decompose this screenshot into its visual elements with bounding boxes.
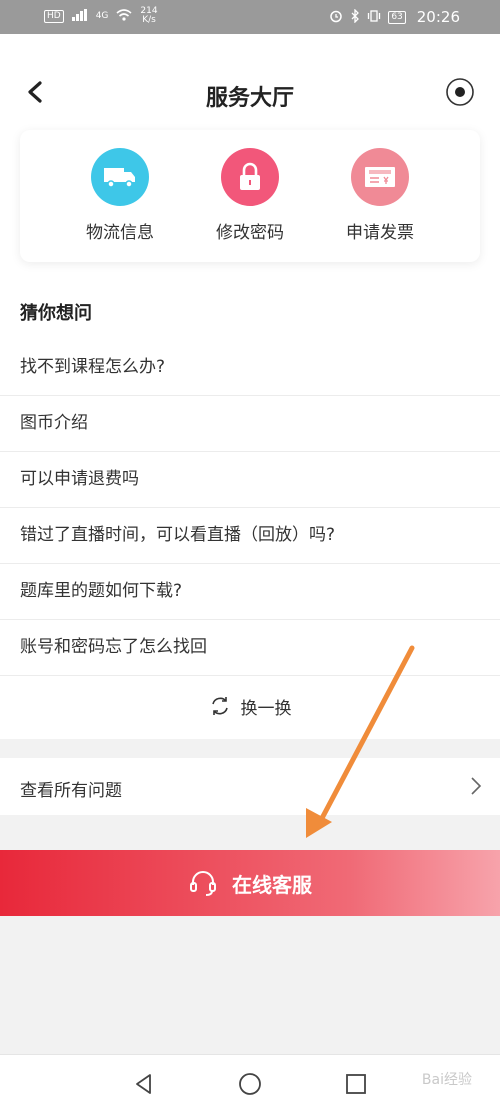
- menu-button[interactable]: [445, 77, 475, 107]
- triangle-back-icon: [136, 1074, 151, 1094]
- system-nav-bar: Bai经验: [0, 1054, 500, 1112]
- wifi-icon: [116, 8, 132, 25]
- signal-icon: [71, 8, 88, 24]
- circle-home-icon: [239, 1073, 261, 1095]
- faq-title: 猜你想问: [20, 303, 92, 324]
- shortcut-invoice[interactable]: 申请发票: [325, 148, 435, 243]
- status-right: 63 20:26: [329, 7, 460, 26]
- header: 服务大厅: [0, 34, 500, 144]
- shortcut-label: 修改密码: [216, 223, 284, 243]
- refresh-label: 换一换: [240, 698, 292, 719]
- speed-unit: K/s: [142, 15, 156, 25]
- online-service-button[interactable]: 在线客服: [0, 850, 500, 916]
- shortcut-card: 物流信息 修改密码 申请发票: [20, 130, 480, 262]
- invoice-icon: [351, 148, 409, 206]
- battery-icon: 63: [388, 10, 406, 24]
- faq-item[interactable]: 题库里的题如何下载?: [0, 564, 500, 620]
- faq-item[interactable]: 可以申请退费吗: [0, 452, 500, 508]
- faq-item[interactable]: 图币介绍: [0, 396, 500, 452]
- nav-recents-button[interactable]: [344, 1072, 368, 1096]
- truck-icon: [91, 148, 149, 206]
- bluetooth-icon: [350, 7, 360, 26]
- alarm-icon: [329, 9, 343, 26]
- refresh-button[interactable]: 换一换: [0, 676, 500, 736]
- net-speed: 214 K/s: [140, 7, 157, 25]
- status-left: HD 4G 214 K/s: [44, 7, 158, 25]
- status-bar: HD 4G 214 K/s 63 20:26: [0, 0, 500, 34]
- refresh-icon: [211, 697, 228, 715]
- faq-list: 找不到课程怎么办? 图币介绍 可以申请退费吗 错过了直播时间，可以看直播（回放）…: [0, 340, 500, 676]
- nav-home-button[interactable]: [238, 1072, 262, 1096]
- all-questions-row[interactable]: 查看所有问题: [0, 758, 500, 815]
- shortcut-change-password[interactable]: 修改密码: [195, 148, 305, 243]
- lock-icon: [221, 148, 279, 206]
- target-icon: [446, 78, 474, 106]
- watermark: Bai经验: [421, 1072, 472, 1088]
- shortcut-label: 物流信息: [86, 223, 154, 243]
- square-recents-icon: [346, 1074, 366, 1094]
- shortcut-label: 申请发票: [346, 223, 414, 243]
- nav-back-button[interactable]: [132, 1072, 156, 1096]
- page-title: 服务大厅: [205, 86, 294, 111]
- network-type: 4G: [95, 11, 109, 21]
- vibrate-icon: [367, 9, 381, 26]
- clock: 20:26: [416, 8, 460, 26]
- headset-icon: [190, 871, 216, 896]
- faq-item[interactable]: 错过了直播时间，可以看直播（回放）吗?: [0, 508, 500, 564]
- all-questions-label: 查看所有问题: [20, 781, 122, 801]
- faq-item[interactable]: 找不到课程怎么办?: [0, 340, 500, 396]
- faq-item[interactable]: 账号和密码忘了怎么找回: [0, 620, 500, 676]
- online-service-label: 在线客服: [232, 872, 312, 897]
- service-hall-page: 服务大厅 物流信息 修改密码 申请发票 猜你想问 找不到课程怎么办? 图币介绍: [0, 34, 500, 1054]
- hd-badge: HD: [44, 9, 64, 23]
- chevron-right-icon: [471, 777, 482, 795]
- shortcut-logistics[interactable]: 物流信息: [65, 148, 175, 243]
